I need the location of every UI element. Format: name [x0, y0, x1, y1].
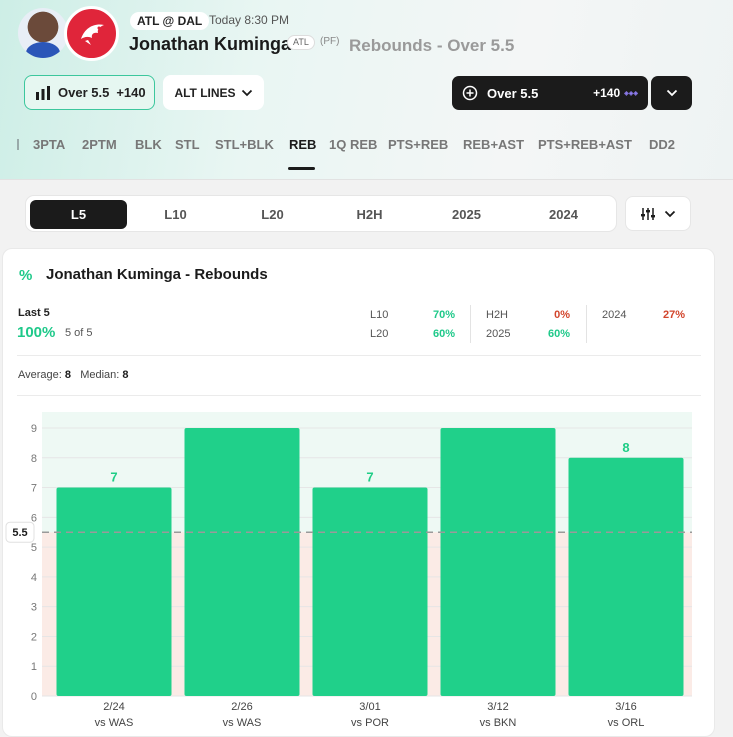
- x-opponent-label: vs ORL: [608, 717, 645, 729]
- x-opponent-label: vs WAS: [95, 717, 134, 729]
- prop-line-label: 5.5: [12, 527, 27, 539]
- y-tick-label: 1: [31, 661, 37, 673]
- x-date-label: 3/16: [615, 701, 636, 713]
- y-tick-label: 3: [31, 602, 37, 614]
- x-date-label: 2/24: [103, 701, 124, 713]
- x-opponent-label: vs WAS: [223, 717, 262, 729]
- y-tick-label: 0: [31, 691, 37, 703]
- y-tick-label: 2: [31, 631, 37, 643]
- bar: [56, 487, 172, 696]
- x-opponent-label: vs POR: [351, 717, 389, 729]
- bar: [568, 457, 684, 696]
- bar-value-label: 8: [622, 440, 629, 455]
- x-date-label: 3/01: [359, 701, 380, 713]
- y-tick-label: 5: [31, 542, 37, 554]
- y-tick-label: 9: [31, 423, 37, 435]
- y-tick-label: 4: [31, 572, 37, 584]
- bar: [184, 428, 300, 696]
- bar: [312, 487, 428, 696]
- rebounds-bar-chart: 012345678972/24vs WAS2/26vs WAS73/01vs P…: [5, 412, 692, 729]
- y-tick-label: 7: [31, 483, 37, 495]
- x-date-label: 3/12: [487, 701, 508, 713]
- bar-value-label: 7: [366, 470, 373, 485]
- bar-value-label: 7: [110, 470, 117, 485]
- bar: [440, 428, 556, 696]
- y-tick-label: 8: [31, 453, 37, 465]
- x-opponent-label: vs BKN: [480, 717, 517, 729]
- x-date-label: 2/26: [231, 701, 252, 713]
